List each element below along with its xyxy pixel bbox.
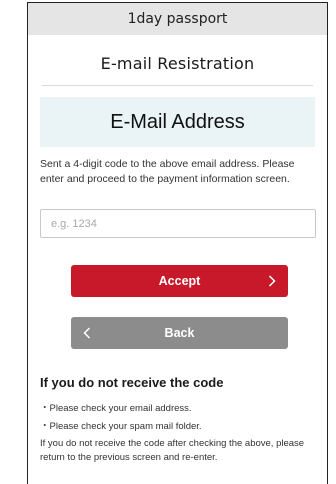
accept-button-label: Accept [158,274,201,288]
email-address-value: E-Mail Address [110,110,245,133]
help-bullet-item: ・Please check your email address. [40,403,192,414]
back-button-label: Back [164,326,195,340]
back-button[interactable]: Back [71,317,288,349]
page-title: E-mail Resistration [100,54,255,73]
help-bullet-item: ・Please check your spam mail folder. [40,421,202,432]
help-note: If you do not receive the code after che… [40,438,305,463]
instruction-text: Sent a 4-digit code to the above email a… [40,158,295,185]
email-address-display: E-Mail Address [40,97,315,147]
verification-code-input[interactable] [40,209,316,238]
chevron-left-icon [83,317,91,349]
accept-button[interactable]: Accept [71,265,288,297]
title-divider [42,85,313,86]
app-title: 1day passport [127,11,228,27]
mobile-screen: 1day passport E-mail Resistration E-Mail… [27,2,328,484]
app-header: 1day passport [28,3,327,35]
help-heading: If you do not receive the code [40,375,224,390]
chevron-right-icon [268,265,276,297]
